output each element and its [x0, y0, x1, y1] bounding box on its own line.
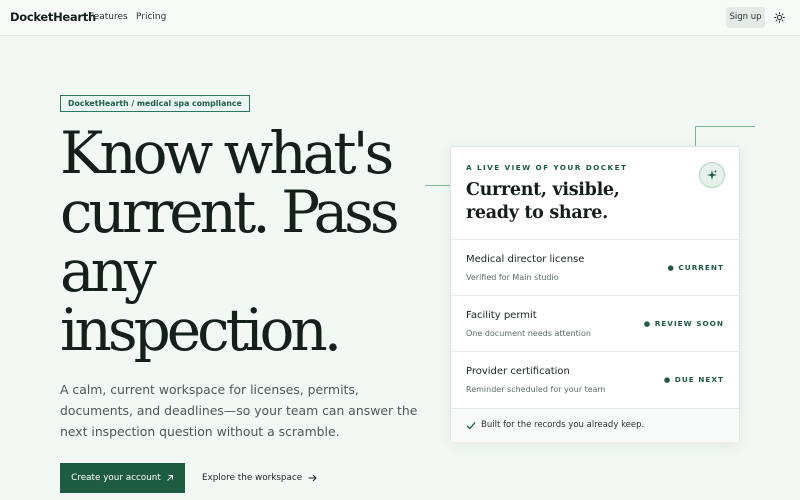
create-account-label: Create your account — [71, 473, 161, 483]
card-badge — [699, 162, 725, 188]
hero-tagline: DocketHearth / medical spa compliance — [60, 95, 250, 112]
docket-row[interactable]: Provider certification Reminder schedule… — [451, 351, 739, 407]
card-footer-text: Built for the records you already keep. — [481, 420, 645, 430]
connector-line-top-drop — [695, 126, 696, 146]
theme-toggle-button[interactable] — [771, 9, 787, 25]
check-icon — [466, 422, 476, 430]
row-subtitle: Reminder scheduled for your team — [466, 385, 606, 394]
connector-line-left — [425, 185, 450, 186]
card-eyebrow: A LIVE VIEW OF YOUR DOCKET — [466, 163, 628, 172]
card-title: Current, visible, ready to share. — [466, 180, 620, 223]
row-subtitle: One document needs attention — [466, 329, 591, 338]
row-subtitle: Verified for Main studio — [466, 273, 559, 282]
status-badge: ● DUE NEXT — [663, 375, 724, 384]
top-nav: DocketHearth Features Pricing Sign up — [0, 0, 800, 36]
sun-icon — [773, 11, 785, 23]
row-title: Provider certification — [466, 366, 570, 377]
docket-row[interactable]: Facility permit One document needs atten… — [451, 295, 739, 351]
row-title: Facility permit — [466, 310, 537, 321]
card-footer: Built for the records you already keep. — [451, 408, 739, 442]
create-account-button[interactable]: Create your account — [60, 463, 185, 493]
hero-subtitle: A calm, current workspace for licenses, … — [60, 382, 418, 439]
row-title: Medical director license — [466, 254, 585, 265]
hero-title: Know what's current. Pass any inspection… — [60, 119, 400, 364]
docket-preview-card: A LIVE VIEW OF YOUR DOCKET Current, visi… — [450, 146, 740, 442]
arrow-up-right-icon — [166, 475, 173, 481]
docket-row[interactable]: Medical director license Verified for Ma… — [451, 239, 739, 295]
nav-link-features[interactable]: Features — [89, 12, 128, 22]
arrow-right-icon — [308, 474, 317, 482]
explore-workspace-label: Explore the workspace — [202, 473, 303, 483]
status-badge: ● REVIEW SOON — [643, 319, 724, 328]
sign-up-button[interactable]: Sign up — [726, 7, 765, 28]
connector-line-top — [695, 126, 755, 127]
brand-logo[interactable]: DocketHearth — [10, 10, 96, 24]
sparkle-icon — [707, 169, 718, 180]
status-badge: ● CURRENT — [667, 263, 724, 272]
nav-link-pricing[interactable]: Pricing — [136, 12, 166, 22]
explore-workspace-link[interactable]: Explore the workspace — [202, 463, 317, 493]
